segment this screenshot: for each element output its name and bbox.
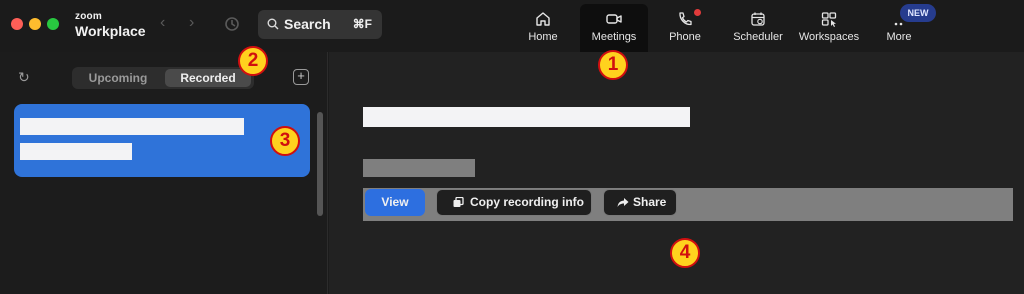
segment-upcoming[interactable]: Upcoming	[75, 69, 161, 87]
add-icon[interactable]: +	[293, 69, 309, 85]
phone-notification-dot	[694, 9, 701, 16]
callout-2: 2	[238, 46, 268, 76]
close-window-button[interactable]	[11, 18, 23, 30]
forward-arrow-icon[interactable]: ›	[189, 14, 194, 32]
search-label: Search	[284, 16, 331, 32]
share-button[interactable]: Share	[603, 189, 677, 216]
segment-recorded[interactable]: Recorded	[165, 69, 251, 87]
brand-bottom: Workplace	[75, 23, 146, 39]
brand-top: zoom	[75, 11, 102, 22]
zoom-window-button[interactable]	[47, 18, 59, 30]
sidebar: ↻ Upcoming Recorded +	[0, 52, 328, 294]
new-badge: NEW	[900, 4, 936, 22]
minimize-window-button[interactable]	[29, 18, 41, 30]
tab-home-label: Home	[528, 31, 558, 43]
recording-list-item[interactable]	[14, 104, 310, 177]
tab-phone-label: Phone	[669, 31, 701, 43]
tab-workspaces[interactable]: Workspaces	[796, 4, 862, 52]
share-arrow-icon	[617, 198, 629, 207]
copy-recording-info-button[interactable]: Copy recording info	[436, 189, 592, 216]
copy-button-label: Copy recording info	[470, 195, 584, 209]
title-bar: zoom Workplace ‹ › Search ⌘F Home Meetin…	[0, 0, 1024, 52]
tab-home[interactable]: Home	[512, 4, 574, 52]
tab-meetings[interactable]: Meetings	[580, 4, 648, 52]
share-button-label: Share	[633, 195, 667, 209]
tab-scheduler-label: Scheduler	[733, 31, 783, 43]
search-shortcut: ⌘F	[352, 17, 372, 31]
sidebar-scrollbar[interactable]	[317, 112, 323, 216]
redacted-title	[20, 118, 244, 135]
segmented-control: Upcoming Recorded	[72, 67, 254, 89]
redacted-subtitle	[20, 143, 132, 160]
redacted-heading	[363, 107, 690, 127]
callout-4: 4	[670, 238, 700, 268]
tab-more-label: More	[886, 31, 912, 43]
search-icon	[267, 18, 279, 30]
workspaces-icon	[821, 12, 837, 27]
calendar-clock-icon	[751, 12, 765, 26]
callout-1: 1	[598, 50, 628, 80]
tab-scheduler[interactable]: Scheduler	[724, 4, 792, 52]
back-arrow-icon[interactable]: ‹	[160, 14, 165, 32]
copy-icon	[453, 197, 464, 207]
tab-meetings-label: Meetings	[591, 31, 637, 43]
video-camera-icon	[606, 14, 622, 24]
history-icon[interactable]	[222, 14, 242, 34]
app-logo: zoom Workplace	[75, 11, 146, 39]
redacted-label	[363, 159, 475, 177]
phone-icon	[679, 12, 692, 26]
callout-3: 3	[270, 126, 300, 156]
refresh-icon[interactable]: ↻	[18, 69, 30, 86]
tab-phone[interactable]: Phone	[656, 4, 714, 52]
search-box[interactable]: Search ⌘F	[258, 10, 382, 39]
home-icon	[536, 12, 550, 26]
view-button[interactable]: View	[365, 189, 425, 216]
tab-workspaces-label: Workspaces	[798, 31, 860, 43]
